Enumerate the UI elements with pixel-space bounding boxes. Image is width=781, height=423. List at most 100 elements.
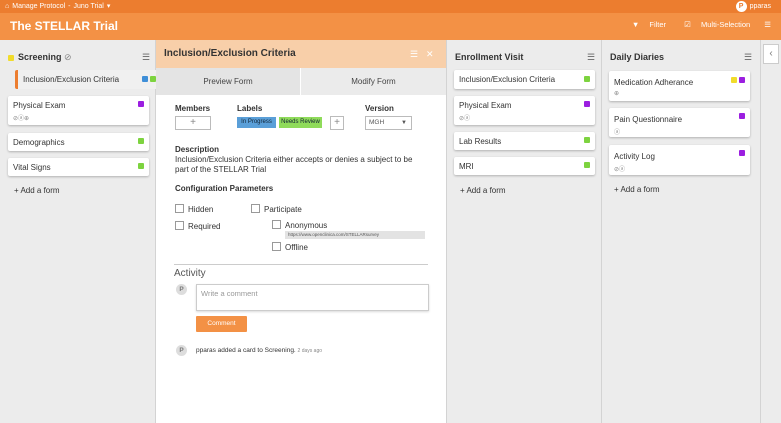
menu-icon[interactable]: ☰	[764, 20, 771, 29]
card[interactable]: Medication Adherance ⊕	[609, 71, 750, 101]
required-checkbox[interactable]	[175, 221, 184, 230]
yellow-tag	[731, 77, 737, 83]
survey-url[interactable]: https://www.openclinica.com/STELLARsurve…	[285, 231, 425, 239]
activity-text: pparas added a card to Screening.	[196, 347, 296, 354]
card-detail-panel: Inclusion/Exclusion Criteria ☰ ✕ Preview…	[156, 40, 447, 423]
labels-label: Labels	[237, 104, 263, 113]
comment-input[interactable]: Write a comment	[196, 284, 429, 311]
hidden-label: Hidden	[188, 205, 214, 214]
card-selected[interactable]: Inclusion/Exclusion Criteria	[15, 70, 159, 89]
activity-time: 2 days ago	[297, 348, 323, 354]
card-badges-icon: ⊘ⓐ	[614, 167, 626, 173]
offline-checkbox[interactable]	[272, 242, 281, 251]
home-icon[interactable]: ⌂	[5, 3, 9, 10]
filter-icon: ▼	[631, 20, 640, 29]
avatar: P	[176, 345, 187, 356]
user-name: pparas	[749, 3, 771, 10]
card[interactable]: Demographics	[8, 133, 149, 151]
description-line: part of the STELLAR Trial	[175, 165, 267, 174]
avatar: P	[176, 284, 187, 295]
version-select[interactable]: MGH ▼	[365, 116, 412, 130]
card[interactable]: Lab Results	[454, 132, 595, 150]
top-navigation-bar: ⌂ Manage Protocol - Juno Trial ▾ Ppparas	[0, 0, 781, 13]
add-form-button[interactable]: + Add a form	[614, 185, 660, 194]
close-icon[interactable]: ✕	[426, 49, 434, 60]
green-tag	[584, 76, 590, 82]
comment-placeholder: Write a comment	[201, 289, 258, 298]
breadcrumb-study[interactable]: Juno Trial	[74, 3, 104, 10]
offline-label: Offline	[285, 243, 308, 252]
column-title: Screening ⊘	[18, 52, 72, 62]
description-line: Inclusion/Exclusion Criteria either acce…	[175, 155, 413, 164]
purple-tag	[739, 113, 745, 119]
card-badges-icon: ⊘ⓐ⊕	[13, 116, 30, 122]
column-menu-icon[interactable]: ☰	[142, 52, 150, 63]
tab-preview-form[interactable]: Preview Form	[156, 68, 300, 95]
filter-button[interactable]: ▼ Filter	[624, 20, 666, 29]
card[interactable]: Pain Questionnaire ⓐ	[609, 108, 750, 137]
filter-label: Filter	[649, 20, 667, 29]
board-header: The STELLAR Trial ▼ Filter ☑ Multi-Selec…	[0, 13, 781, 40]
detail-header: Inclusion/Exclusion Criteria ☰ ✕	[156, 40, 446, 68]
card[interactable]: Physical Exam ⊘ⓐ	[454, 96, 595, 125]
green-tag	[138, 163, 144, 169]
column-enrollment-visit: Enrollment Visit ☰ Inclusion/Exclusion C…	[447, 40, 602, 423]
divider	[174, 264, 428, 265]
activity-entry: pparas added a card to Screening. 2 days…	[196, 347, 322, 354]
green-tag	[584, 137, 590, 143]
add-form-button[interactable]: + Add a form	[460, 186, 506, 195]
avatar: P	[735, 0, 747, 12]
purple-tag	[138, 101, 144, 107]
card[interactable]: Physical Exam ⊘ⓐ⊕	[8, 96, 149, 125]
sidebar-toggle[interactable]: ‹	[761, 40, 781, 423]
card-label: Physical Exam	[13, 101, 66, 110]
chevron-left-icon[interactable]: ‹	[763, 44, 779, 64]
add-form-button[interactable]: + Add a form	[14, 186, 60, 195]
card-label: Demographics	[13, 138, 65, 147]
column-color-tag	[8, 55, 14, 61]
breadcrumb: ⌂ Manage Protocol - Juno Trial ▾	[5, 0, 113, 13]
participate-checkbox[interactable]	[251, 204, 260, 213]
description-label: Description	[175, 145, 220, 154]
card-label: Vital Signs	[13, 163, 51, 172]
user-menu[interactable]: Ppparas	[735, 0, 771, 13]
card-label: Inclusion/Exclusion Criteria	[459, 75, 556, 84]
menu-icon[interactable]: ☰	[410, 49, 418, 60]
column-menu-icon[interactable]: ☰	[744, 52, 752, 63]
card[interactable]: Vital Signs	[8, 158, 149, 176]
card-label: Inclusion/Exclusion Criteria	[23, 75, 120, 84]
card-label: Activity Log	[614, 152, 655, 161]
tab-modify-form[interactable]: Modify Form	[301, 68, 446, 95]
card-label: MRI	[459, 162, 474, 171]
column-daily-diaries: Daily Diaries ☰ Medication Adherance ⊕ P…	[602, 40, 761, 423]
card-label: Lab Results	[459, 137, 502, 146]
label-needs-review[interactable]: Needs Review	[279, 117, 322, 128]
card[interactable]: Activity Log ⊘ⓐ	[609, 145, 750, 175]
column-title: Daily Diaries	[610, 52, 665, 62]
column-menu-icon[interactable]: ☰	[587, 52, 595, 63]
required-label: Required	[188, 222, 221, 231]
study-dropdown-icon[interactable]: ▾	[107, 3, 111, 10]
breadcrumb-manage-protocol[interactable]: Manage Protocol	[12, 3, 65, 10]
label-in-progress[interactable]: In Progress	[237, 117, 276, 128]
card-label: Physical Exam	[459, 101, 512, 110]
add-label-button[interactable]: +	[330, 116, 344, 130]
card[interactable]: MRI	[454, 157, 595, 175]
card-badges-icon: ⊕	[614, 91, 620, 97]
multi-selection-button[interactable]: ☑ Multi-Selection	[676, 20, 750, 29]
header-tools: ▼ Filter ☑ Multi-Selection ☰	[616, 20, 771, 29]
add-member-button[interactable]: +	[175, 116, 211, 130]
blue-tag	[142, 76, 148, 82]
card-badges-icon: ⓐ	[614, 130, 621, 136]
anonymous-label: Anonymous	[285, 221, 328, 230]
purple-tag	[739, 150, 745, 156]
card[interactable]: Inclusion/Exclusion Criteria	[454, 70, 595, 89]
green-tag	[584, 162, 590, 168]
multi-selection-label: Multi-Selection	[700, 20, 751, 29]
card-label: Pain Questionnaire	[614, 115, 683, 124]
purple-tag	[584, 101, 590, 107]
check-circle-icon: ⊘	[64, 52, 72, 62]
hidden-checkbox[interactable]	[175, 204, 184, 213]
anonymous-checkbox[interactable]	[272, 220, 281, 229]
comment-button[interactable]: Comment	[196, 316, 247, 332]
